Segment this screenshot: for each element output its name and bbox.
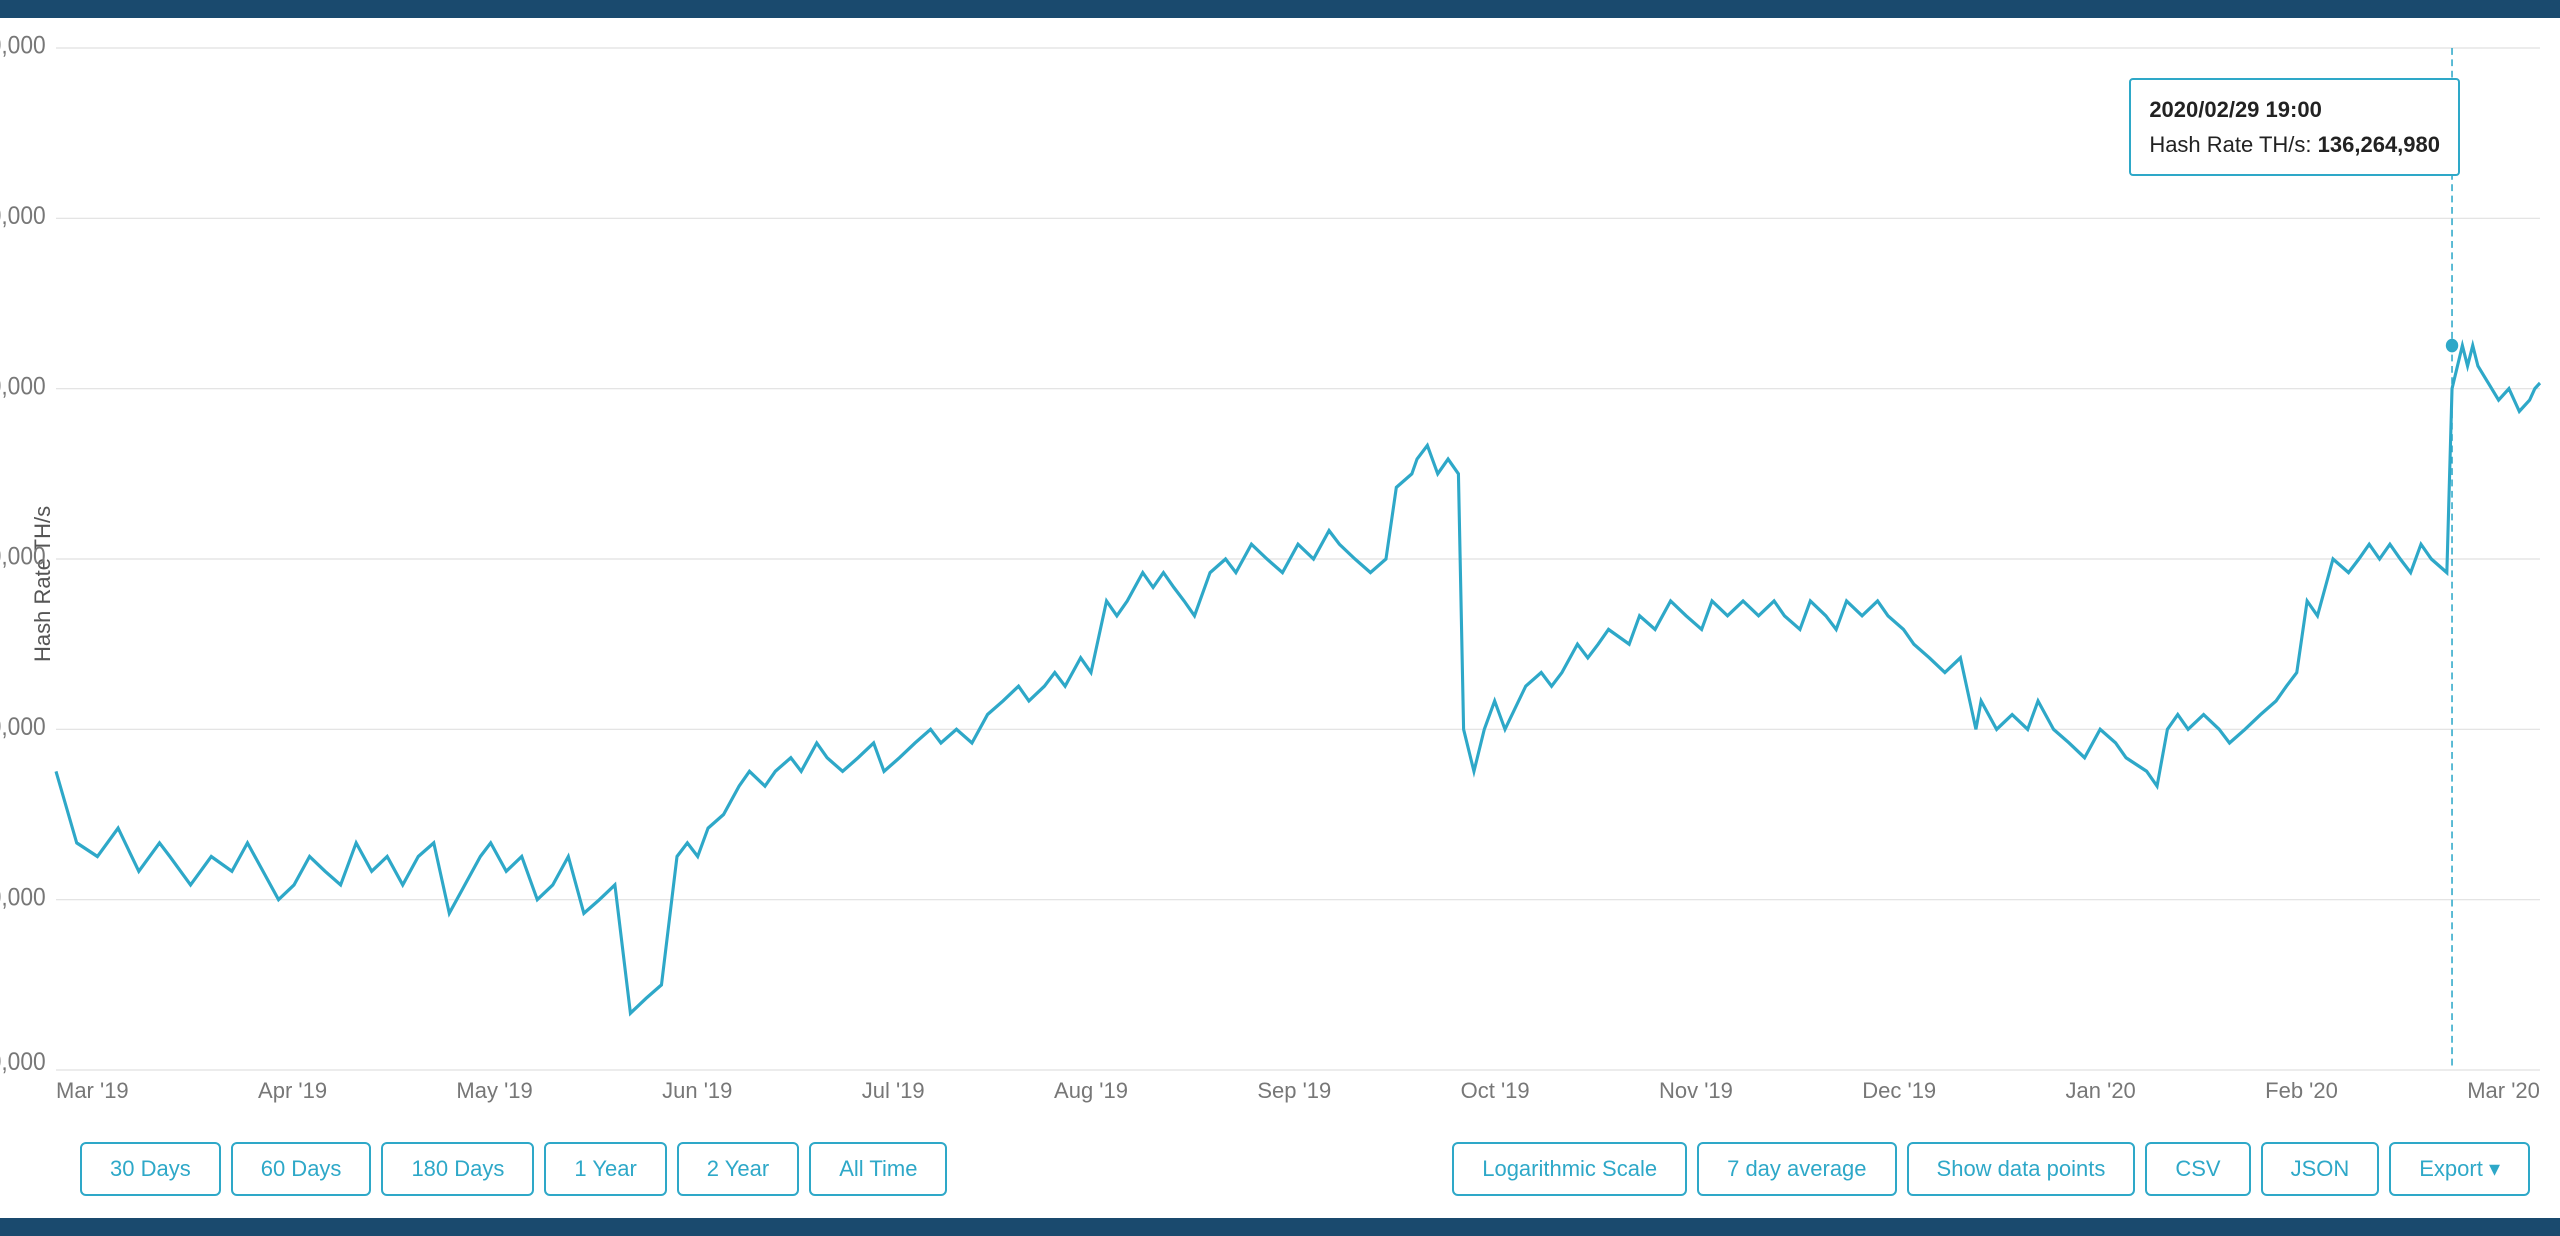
btn-180days[interactable]: 180 Days: [381, 1142, 534, 1196]
chart-option-buttons: Logarithmic Scale 7 day average Show dat…: [1452, 1142, 2530, 1196]
x-label-feb20: Feb '20: [2265, 1078, 2338, 1120]
btn-30days[interactable]: 30 Days: [80, 1142, 221, 1196]
btn-7day-avg[interactable]: 7 day average: [1697, 1142, 1896, 1196]
btn-export[interactable]: Export ▾: [2389, 1142, 2530, 1196]
chart-container: Hash Rate TH/s 2020/02/29 19:00 Hash Rat…: [0, 18, 2560, 1120]
svg-text:140,000,000: 140,000,000: [0, 202, 46, 230]
btn-1year[interactable]: 1 Year: [544, 1142, 666, 1196]
x-label-mar20: Mar '20: [2467, 1078, 2540, 1120]
svg-text:120,000,000: 120,000,000: [0, 372, 46, 400]
x-label-oct19: Oct '19: [1461, 1078, 1530, 1120]
svg-text:40,000,000: 40,000,000: [0, 1048, 46, 1076]
btn-csv[interactable]: CSV: [2145, 1142, 2250, 1196]
top-bar: [0, 0, 2560, 18]
btn-json[interactable]: JSON: [2261, 1142, 2380, 1196]
btn-show-data-points[interactable]: Show data points: [1907, 1142, 2136, 1196]
x-label-sep19: Sep '19: [1257, 1078, 1331, 1120]
x-label-jan20: Jan '20: [2066, 1078, 2136, 1120]
grid-and-plot: 2020/02/29 19:00 Hash Rate TH/s: 136,264…: [56, 48, 2540, 1070]
tooltip-dot: [2446, 339, 2458, 353]
x-label-nov19: Nov '19: [1659, 1078, 1733, 1120]
x-label-jun19: Jun '19: [662, 1078, 732, 1120]
svg-text:100,000,000: 100,000,000: [0, 543, 46, 571]
svg-text:80,000,000: 80,000,000: [0, 713, 46, 741]
btn-60days[interactable]: 60 Days: [231, 1142, 372, 1196]
chart-area: Hash Rate TH/s 2020/02/29 19:00 Hash Rat…: [20, 48, 2540, 1120]
svg-text:160,000,000: 160,000,000: [0, 32, 46, 60]
btn-2year[interactable]: 2 Year: [677, 1142, 799, 1196]
x-label-dec19: Dec '19: [1862, 1078, 1936, 1120]
svg-text:60,000,000: 60,000,000: [0, 883, 46, 911]
x-label-jul19: Jul '19: [862, 1078, 925, 1120]
x-label-aug19: Aug '19: [1054, 1078, 1128, 1120]
hash-rate-line: [56, 346, 2540, 1014]
chart-inner: 2020/02/29 19:00 Hash Rate TH/s: 136,264…: [56, 48, 2540, 1120]
x-label-apr19: Apr '19: [258, 1078, 327, 1120]
x-label-mar19: Mar '19: [56, 1078, 129, 1120]
btn-log-scale[interactable]: Logarithmic Scale: [1452, 1142, 1687, 1196]
chart-svg: 160,000,000 140,000,000 120,000,000 100,…: [56, 48, 2540, 1070]
x-axis-labels: Mar '19 Apr '19 May '19 Jun '19 Jul '19 …: [56, 1070, 2540, 1120]
btn-alltime[interactable]: All Time: [809, 1142, 947, 1196]
controls-row: 30 Days 60 Days 180 Days 1 Year 2 Year A…: [0, 1120, 2560, 1218]
bottom-bar: [0, 1218, 2560, 1236]
x-label-may19: May '19: [456, 1078, 532, 1120]
time-range-buttons: 30 Days 60 Days 180 Days 1 Year 2 Year A…: [80, 1142, 947, 1196]
